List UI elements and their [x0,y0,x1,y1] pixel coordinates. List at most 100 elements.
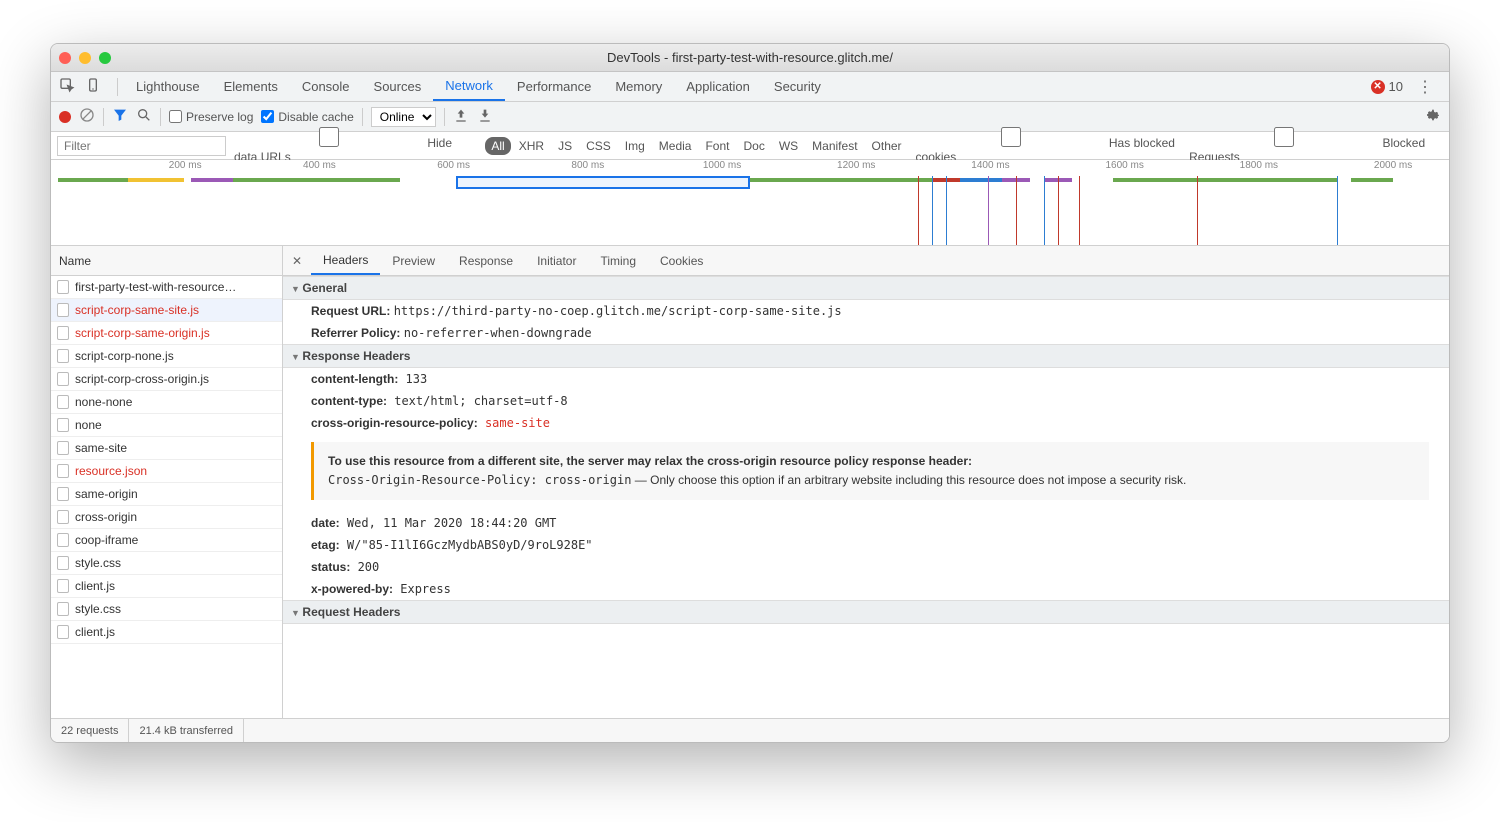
inspect-icon[interactable] [59,77,75,96]
tab-network[interactable]: Network [433,72,505,101]
filter-chip-all[interactable]: All [485,137,510,155]
request-name: script-corp-same-site.js [75,303,199,317]
request-name: first-party-test-with-resource… [75,280,236,294]
titlebar: DevTools - first-party-test-with-resourc… [51,44,1449,72]
tab-memory[interactable]: Memory [603,72,674,101]
request-row[interactable]: cross-origin [51,506,282,529]
request-name: resource.json [75,464,147,478]
filter-bar: Hide data URLs AllXHRJSCSSImgMediaFontDo… [51,132,1449,160]
filter-input[interactable] [57,136,226,156]
file-icon [57,556,69,570]
request-name: style.css [75,602,121,616]
tab-elements[interactable]: Elements [212,72,290,101]
request-name: script-corp-none.js [75,349,174,363]
tab-application[interactable]: Application [674,72,762,101]
tab-console[interactable]: Console [290,72,362,101]
tab-security[interactable]: Security [762,72,833,101]
request-row[interactable]: first-party-test-with-resource… [51,276,282,299]
request-row[interactable]: client.js [51,575,282,598]
request-row[interactable]: script-corp-same-site.js [51,299,282,322]
ruler-tick: 2000 ms [1374,160,1412,171]
response-headers-section[interactable]: Response Headers [283,344,1449,368]
file-icon [57,280,69,294]
request-list: Name first-party-test-with-resource… scri… [51,246,283,718]
close-detail-icon[interactable]: ✕ [283,254,311,268]
ruler-tick: 1000 ms [703,160,741,171]
upload-har-icon[interactable] [453,107,469,126]
request-row[interactable]: script-corp-none.js [51,345,282,368]
filter-chip-other[interactable]: Other [866,137,908,155]
divider [103,108,104,126]
filter-chip-ws[interactable]: WS [773,137,804,155]
detail-pane: ✕ HeadersPreviewResponseInitiatorTimingC… [283,246,1449,718]
filter-chip-img[interactable]: Img [619,137,651,155]
filter-chip-media[interactable]: Media [653,137,698,155]
referrer-policy-row: Referrer Policy: no-referrer-when-downgr… [283,322,1449,344]
filter-toggle-icon[interactable] [112,107,128,126]
disable-cache-checkbox[interactable]: Disable cache [261,110,353,124]
record-button-icon[interactable] [59,111,71,123]
request-name: script-corp-same-origin.js [75,326,210,340]
timeline-selection[interactable] [456,176,750,189]
filter-chip-js[interactable]: JS [552,137,578,155]
detail-tab-response[interactable]: Response [447,246,525,275]
detail-tab-headers[interactable]: Headers [311,246,380,275]
settings-icon[interactable] [1425,107,1441,126]
zoom-window-icon[interactable] [99,52,111,64]
divider [444,108,445,126]
detail-tab-initiator[interactable]: Initiator [525,246,588,275]
request-name: client.js [75,579,115,593]
request-row[interactable]: style.css [51,552,282,575]
request-row[interactable]: script-corp-same-origin.js [51,322,282,345]
filter-chip-manifest[interactable]: Manifest [806,137,863,155]
preserve-log-checkbox[interactable]: Preserve log [169,110,253,124]
error-count-badge[interactable]: ✕ 10 [1365,79,1409,94]
request-row[interactable]: client.js [51,621,282,644]
tab-sources[interactable]: Sources [362,72,434,101]
callout-heading: To use this resource from a different si… [328,452,1415,471]
ruler-tick: 1200 ms [837,160,875,171]
hide-data-urls-checkbox[interactable]: Hide data URLs [234,127,477,164]
file-icon [57,510,69,524]
request-row[interactable]: none [51,414,282,437]
minimize-window-icon[interactable] [79,52,91,64]
clear-icon[interactable] [79,107,95,126]
throttling-select[interactable]: Online [371,107,436,127]
detail-tab-timing[interactable]: Timing [588,246,648,275]
request-row[interactable]: same-origin [51,483,282,506]
close-window-icon[interactable] [59,52,71,64]
request-row[interactable]: resource.json [51,460,282,483]
tab-performance[interactable]: Performance [505,72,603,101]
filter-chip-xhr[interactable]: XHR [513,137,550,155]
detail-tab-cookies[interactable]: Cookies [648,246,715,275]
waterfall-overview[interactable]: 200 ms400 ms600 ms800 ms1000 ms1200 ms14… [51,160,1449,246]
request-list-header[interactable]: Name [51,246,282,276]
filter-chip-font[interactable]: Font [699,137,735,155]
request-row[interactable]: coop-iframe [51,529,282,552]
request-row[interactable]: script-corp-cross-origin.js [51,368,282,391]
tab-lighthouse[interactable]: Lighthouse [124,72,212,101]
file-icon [57,372,69,386]
request-row[interactable]: style.css [51,598,282,621]
ruler-tick: 1800 ms [1240,160,1278,171]
blocked-requests-checkbox[interactable]: Blocked Requests [1189,127,1443,164]
download-har-icon[interactable] [477,107,493,126]
filter-chip-doc[interactable]: Doc [737,137,770,155]
file-icon [57,326,69,340]
ruler-tick: 600 ms [437,160,470,171]
status-bar: 22 requests 21.4 kB transferred [51,718,1449,742]
header-row: x-powered-by: Express [283,578,1449,600]
request-headers-section[interactable]: Request Headers [283,600,1449,624]
device-toggle-icon[interactable] [85,77,101,96]
detail-tab-preview[interactable]: Preview [380,246,447,275]
request-name: client.js [75,625,115,639]
request-row[interactable]: same-site [51,437,282,460]
filter-chip-css[interactable]: CSS [580,137,617,155]
file-icon [57,418,69,432]
traffic-lights [59,52,111,64]
more-menu-icon[interactable]: ⋮ [1409,77,1441,97]
request-row[interactable]: none-none [51,391,282,414]
general-section[interactable]: General [283,276,1449,300]
search-icon[interactable] [136,107,152,126]
has-blocked-cookies-checkbox[interactable]: Has blocked cookies [916,127,1182,164]
